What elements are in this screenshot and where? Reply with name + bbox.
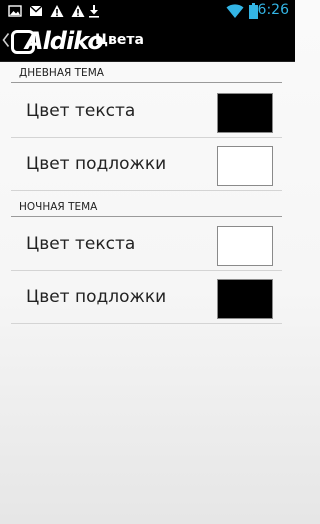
action-bar: Aldiko Цвета	[0, 24, 295, 62]
pref-label: Цвет подложки	[26, 287, 167, 307]
wifi-icon	[226, 4, 244, 18]
pref-row-night-text-color[interactable]: Цвет текста	[11, 219, 282, 271]
warning-icon	[71, 5, 85, 17]
image-icon	[8, 5, 22, 17]
logo-text: Aldiko	[25, 27, 104, 55]
color-swatch[interactable]	[217, 146, 273, 186]
pref-row-night-background-color[interactable]: Цвет подложки	[11, 272, 282, 324]
warning-icon	[50, 5, 64, 17]
status-time: 6:26	[257, 2, 289, 18]
color-swatch[interactable]	[217, 93, 273, 133]
color-swatch[interactable]	[217, 226, 273, 266]
download-icon	[89, 5, 99, 18]
pref-label: Цвет текста	[26, 101, 136, 121]
section-header-day-theme: ДНЕВНАЯ ТЕМА	[11, 67, 282, 83]
app-logo[interactable]: Aldiko	[11, 27, 104, 57]
back-chevron-icon[interactable]	[2, 32, 10, 48]
gmail-icon	[29, 5, 43, 16]
pref-label: Цвет подложки	[26, 154, 167, 174]
pref-row-day-text-color[interactable]: Цвет текста	[11, 86, 282, 138]
pref-label: Цвет текста	[26, 234, 136, 254]
section-header-night-theme: НОЧНАЯ ТЕМА	[11, 201, 282, 217]
screen-title: Цвета	[95, 32, 144, 48]
status-bar: 6:26	[0, 0, 295, 24]
color-swatch[interactable]	[217, 279, 273, 319]
pref-row-day-background-color[interactable]: Цвет подложки	[11, 139, 282, 191]
